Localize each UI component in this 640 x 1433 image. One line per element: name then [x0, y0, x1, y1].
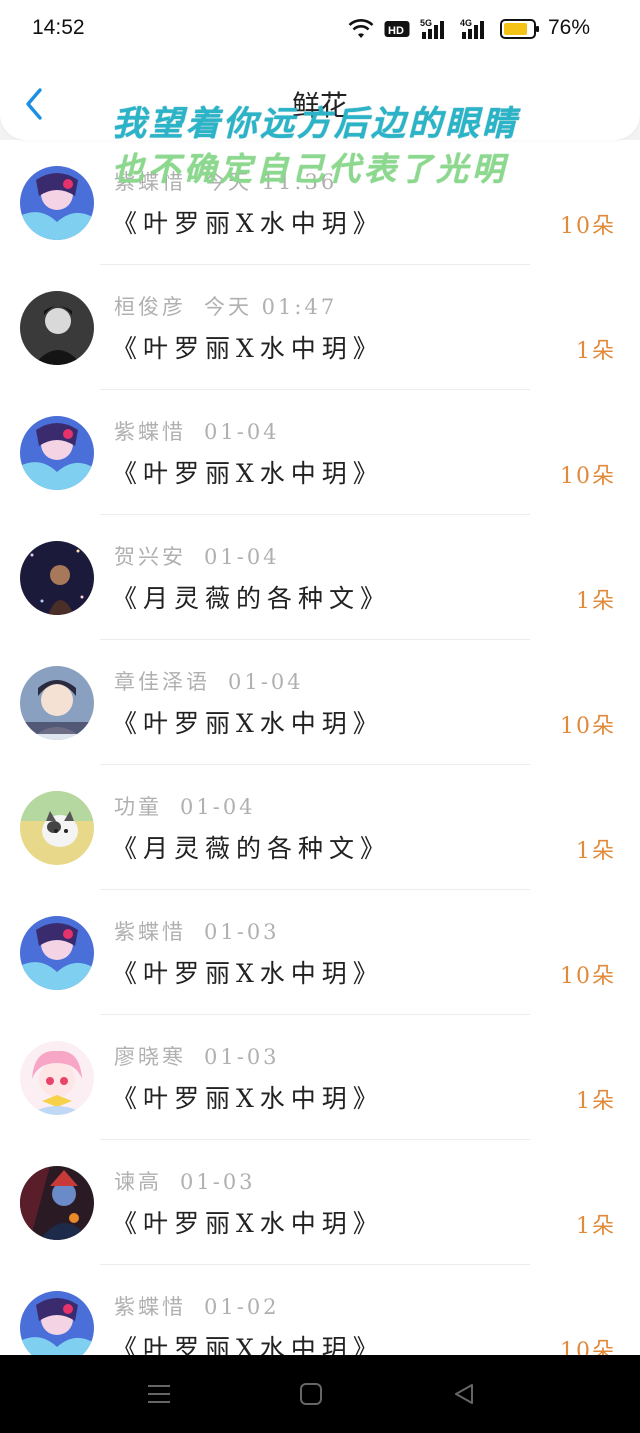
system-nav-bar: [0, 1355, 640, 1433]
item-user[interactable]: 贺兴安: [114, 545, 186, 569]
item-meta: 紫蝶惜 01-04: [114, 416, 280, 446]
status-time: 14:52: [32, 16, 85, 39]
avatar[interactable]: [20, 666, 94, 740]
list-item[interactable]: 章佳泽语 01-04 《叶罗丽X水中玥》 10朵: [0, 640, 640, 765]
item-date: 01-02: [204, 1295, 280, 1319]
item-user[interactable]: 紫蝶惜: [114, 1295, 186, 1319]
list-item[interactable]: 贺兴安 01-04 《月灵薇的各种文》 1朵: [0, 515, 640, 640]
status-icons: HD 5G 4G: [348, 16, 540, 42]
list-item[interactable]: 功童 01-04 《月灵薇的各种文》 1朵: [0, 765, 640, 890]
hd-icon: HD: [384, 21, 410, 37]
item-work-title: 《叶罗丽X水中玥》: [112, 1334, 384, 1355]
battery-percent: 76%: [547, 16, 590, 39]
item-date: 01-04: [180, 795, 256, 819]
item-work-title: 《叶罗丽X水中玥》: [112, 959, 384, 988]
item-flower-count: 10朵: [560, 214, 616, 239]
list-item[interactable]: 谏高 01-03 《叶罗丽X水中玥》 1朵: [0, 1140, 640, 1265]
item-date: 01-04: [228, 670, 304, 694]
overlay-text-line1: 我望着你远方后边的眼睛: [112, 104, 519, 144]
wifi-icon: [348, 19, 374, 38]
item-flower-count: 10朵: [560, 1339, 616, 1355]
item-user[interactable]: 谏高: [114, 1170, 162, 1194]
item-date: 01-04: [204, 420, 280, 444]
item-user[interactable]: 紫蝶惜: [114, 420, 186, 444]
menu-icon: [148, 1385, 170, 1403]
nav-back-button[interactable]: [452, 1382, 476, 1410]
item-flower-count: 1朵: [576, 589, 616, 614]
item-flower-count: 1朵: [576, 839, 616, 864]
avatar[interactable]: [20, 416, 94, 490]
list-item[interactable]: 紫蝶惜 01-03 《叶罗丽X水中玥》 10朵: [0, 890, 640, 1015]
signal-5g-label: 5G: [420, 18, 432, 28]
item-flower-count: 10朵: [560, 464, 616, 489]
list-item[interactable]: 紫蝶惜 01-02 《叶罗丽X水中玥》 10朵: [0, 1265, 640, 1355]
list-item[interactable]: 紫蝶惜 01-04 《叶罗丽X水中玥》 10朵: [0, 390, 640, 515]
item-work-title: 《叶罗丽X水中玥》: [112, 334, 384, 363]
item-flower-count: 1朵: [576, 339, 616, 364]
item-user[interactable]: 廖晓寒: [114, 1045, 186, 1069]
item-date: 01-03: [204, 1045, 280, 1069]
avatar[interactable]: [20, 541, 94, 615]
item-user[interactable]: 紫蝶惜: [114, 920, 186, 944]
item-work-title: 《叶罗丽X水中玥》: [112, 209, 384, 238]
avatar[interactable]: [20, 1291, 94, 1355]
item-date: 01-03: [180, 1170, 256, 1194]
list-item[interactable]: 廖晓寒 01-03 《叶罗丽X水中玥》 1朵: [0, 1015, 640, 1140]
item-meta: 功童 01-04: [114, 791, 256, 821]
status-bar: 14:52 HD 5G 4G 76%: [0, 0, 640, 58]
avatar[interactable]: [20, 1041, 94, 1115]
item-meta: 桓俊彦 今天 01:47: [114, 291, 337, 321]
item-work-title: 《叶罗丽X水中玥》: [112, 709, 384, 738]
signal-5g-icon: 5G: [420, 18, 444, 39]
item-flower-count: 1朵: [576, 1214, 616, 1239]
item-meta: 谏高 01-03: [114, 1166, 256, 1196]
item-work-title: 《叶罗丽X水中玥》: [112, 459, 384, 488]
item-work-title: 《月灵薇的各种文》: [112, 834, 392, 863]
back-triangle-icon: [455, 1384, 473, 1404]
home-button[interactable]: [299, 1382, 323, 1410]
item-meta: 紫蝶惜 01-03: [114, 916, 280, 946]
item-flower-count: 10朵: [560, 714, 616, 739]
item-meta: 紫蝶惜 01-02: [114, 1291, 280, 1321]
item-flower-count: 1朵: [576, 1089, 616, 1114]
signal-4g-label: 4G: [460, 18, 472, 28]
item-user[interactable]: 功童: [114, 795, 162, 819]
item-date: 01-04: [204, 545, 280, 569]
item-work-title: 《叶罗丽X水中玥》: [112, 1084, 384, 1113]
home-square-icon: [300, 1383, 322, 1405]
avatar[interactable]: [20, 166, 94, 240]
list-item[interactable]: 桓俊彦 今天 01:47 《叶罗丽X水中玥》 1朵: [0, 265, 640, 390]
avatar[interactable]: [20, 291, 94, 365]
flower-list: 紫蝶惜 今天 11:36 《叶罗丽X水中玥》 10朵 桓俊彦 今天 01:47 《叶…: [0, 140, 640, 1355]
avatar[interactable]: [20, 916, 94, 990]
item-date: 今天 01:47: [204, 295, 338, 319]
battery-icon: [500, 19, 539, 39]
item-flower-count: 10朵: [560, 964, 616, 989]
item-date: 01-03: [204, 920, 280, 944]
item-work-title: 《叶罗丽X水中玥》: [112, 1209, 384, 1238]
avatar[interactable]: [20, 1166, 94, 1240]
hd-label: HD: [388, 25, 404, 37]
item-meta: 贺兴安 01-04: [114, 541, 280, 571]
item-meta: 廖晓寒 01-03: [114, 1041, 280, 1071]
item-user[interactable]: 章佳泽语: [114, 670, 210, 694]
item-work-title: 《月灵薇的各种文》: [112, 584, 392, 613]
overlay-text-line2: 也不确定自己代表了光明: [112, 150, 509, 188]
menu-button[interactable]: [146, 1382, 172, 1410]
item-user[interactable]: 桓俊彦: [114, 295, 186, 319]
signal-4g-icon: 4G: [460, 18, 484, 39]
avatar[interactable]: [20, 791, 94, 865]
item-meta: 章佳泽语 01-04: [114, 666, 304, 696]
